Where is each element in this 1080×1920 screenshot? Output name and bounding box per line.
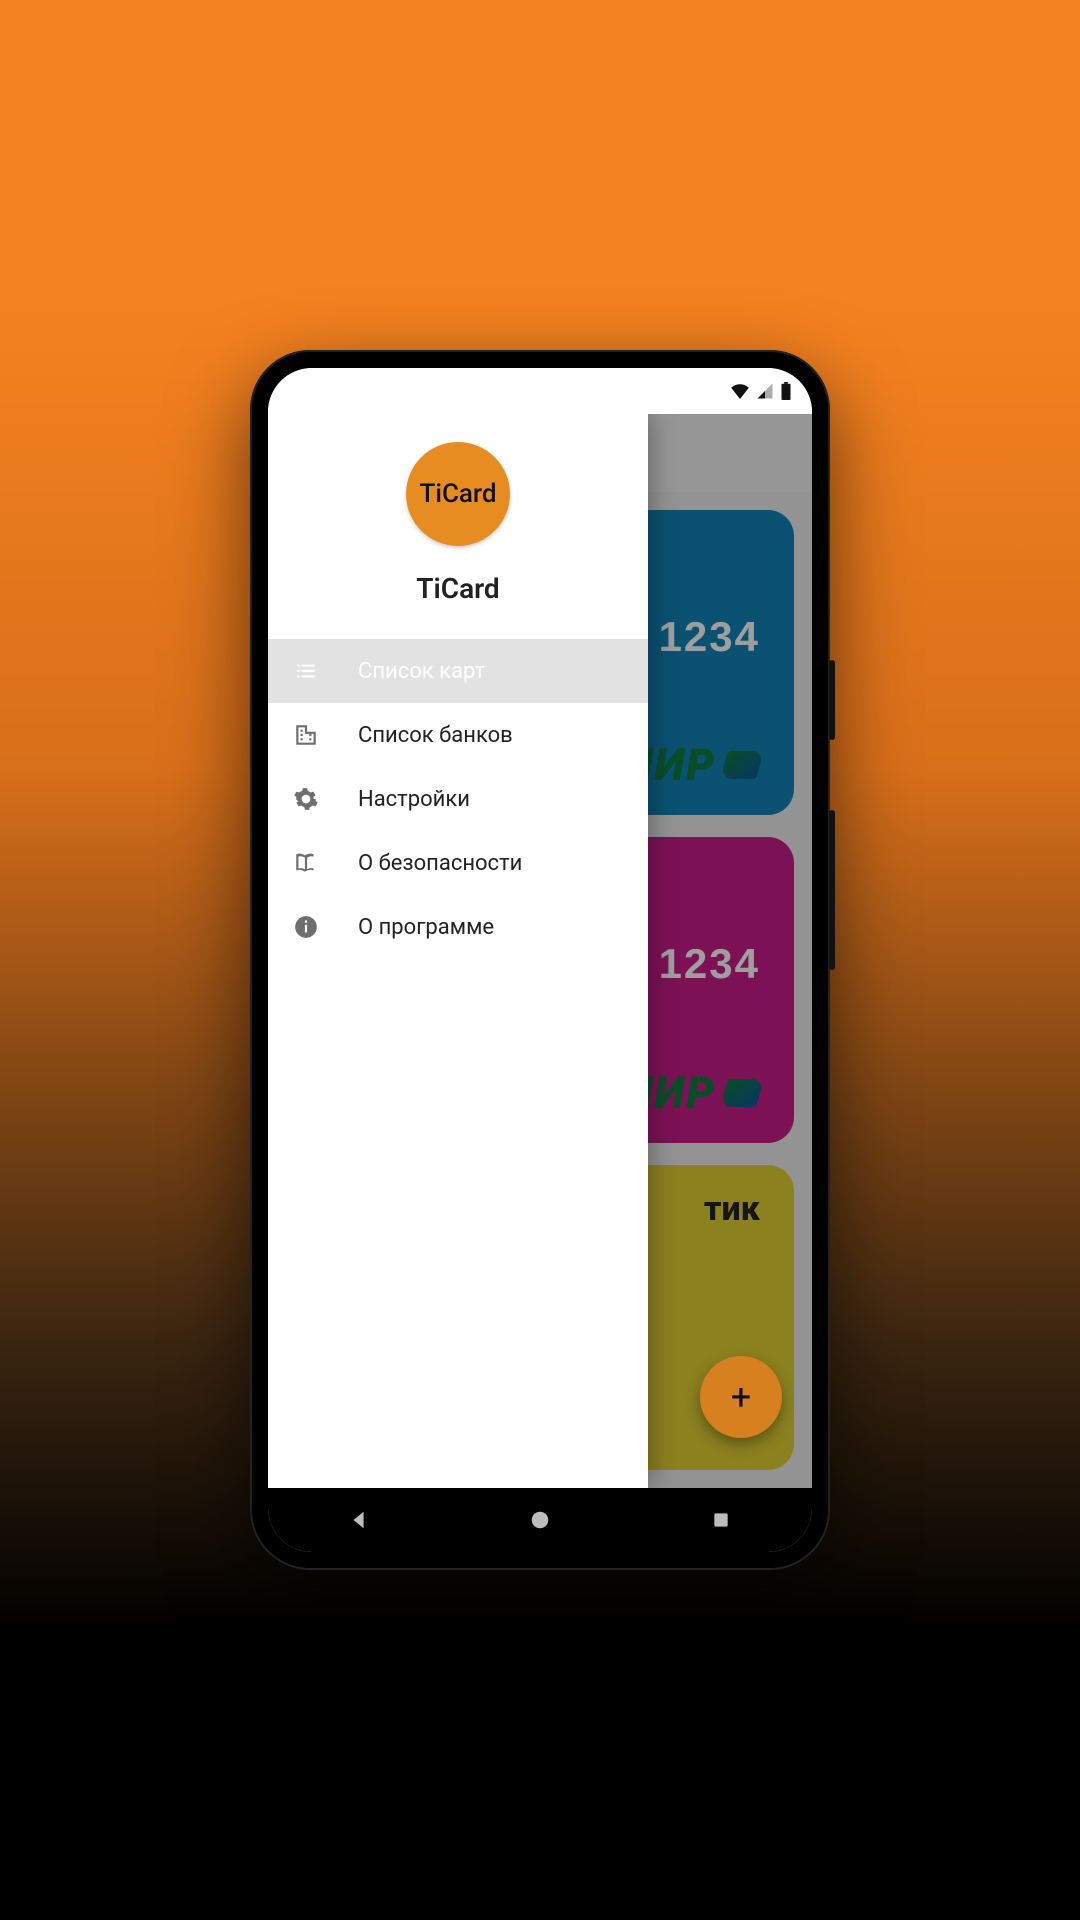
info-icon <box>292 913 320 941</box>
app-logo-text: TiCard <box>419 479 496 509</box>
nav-recents-button[interactable] <box>661 1500 781 1540</box>
book-icon <box>292 849 320 877</box>
drawer-item-label: О программе <box>358 915 624 940</box>
phone-screen: 1234 МИР 1234 МИР <box>268 368 812 1552</box>
drawer-item-about[interactable]: О программе <box>268 895 648 959</box>
drawer-item-label: Список банков <box>358 723 624 748</box>
plus-icon: + <box>731 1376 751 1418</box>
list-icon <box>292 657 320 685</box>
phone-power-button <box>829 660 835 740</box>
drawer-menu: Список карт Список банков Настройки <box>268 639 648 959</box>
system-nav-bar <box>268 1488 812 1552</box>
phone-frame: 1234 МИР 1234 МИР <box>250 350 830 1570</box>
wifi-icon <box>730 383 750 399</box>
drawer-item-label: Настройки <box>358 787 624 812</box>
drawer-item-cards-list[interactable]: Список карт <box>268 639 648 703</box>
drawer-item-settings[interactable]: Настройки <box>268 767 648 831</box>
app-content: 1234 МИР 1234 МИР <box>268 414 812 1488</box>
status-bar <box>268 368 812 414</box>
battery-icon <box>780 382 792 400</box>
drawer-item-label: Список карт <box>358 659 624 684</box>
app-logo: TiCard <box>406 442 510 546</box>
cell-signal-icon <box>756 383 774 399</box>
drawer-item-label: О безопасности <box>358 851 624 876</box>
drawer-item-banks-list[interactable]: Список банков <box>268 703 648 767</box>
add-card-fab[interactable]: + <box>700 1356 782 1438</box>
drawer-item-security[interactable]: О безопасности <box>268 831 648 895</box>
nav-back-button[interactable] <box>299 1500 419 1540</box>
drawer-title: TiCard <box>416 572 499 605</box>
nav-home-button[interactable] <box>480 1500 600 1540</box>
drawer-header: TiCard TiCard <box>268 414 648 639</box>
bank-icon <box>292 721 320 749</box>
nav-drawer: TiCard TiCard Список карт <box>268 414 648 1488</box>
gear-icon <box>292 785 320 813</box>
phone-volume-button <box>829 810 835 970</box>
